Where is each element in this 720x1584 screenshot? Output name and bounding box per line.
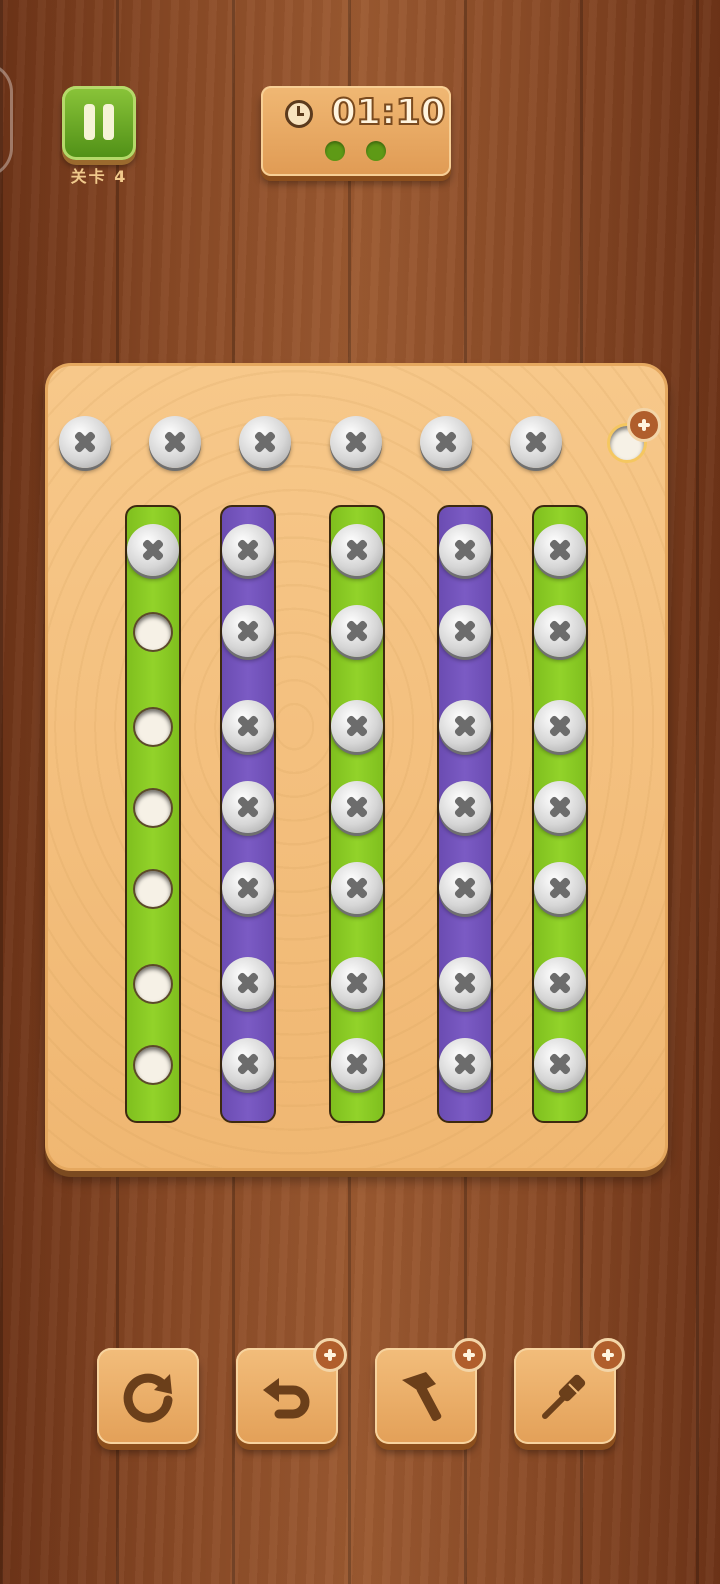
restart-icon <box>123 1373 173 1423</box>
strip-screw[interactable] <box>439 1038 491 1090</box>
strip-screw[interactable] <box>222 957 274 1009</box>
strip-screw[interactable] <box>439 524 491 576</box>
strip-screw[interactable] <box>534 781 586 833</box>
strip-screw[interactable] <box>534 862 586 914</box>
clock-icon <box>285 100 313 128</box>
strip-screw[interactable] <box>331 862 383 914</box>
strip-screw[interactable] <box>222 524 274 576</box>
restart-button[interactable] <box>97 1348 199 1444</box>
progress-dot <box>325 141 345 161</box>
strip-screw[interactable] <box>222 700 274 752</box>
strip-screw[interactable] <box>439 700 491 752</box>
strip-screw[interactable] <box>534 605 586 657</box>
top-screw[interactable] <box>330 416 382 468</box>
add-screwdriver-icon[interactable] <box>591 1338 625 1372</box>
top-screw[interactable] <box>510 416 562 468</box>
side-panel-tab[interactable] <box>0 62 13 178</box>
strip-screw[interactable] <box>331 524 383 576</box>
strip-screw[interactable] <box>534 957 586 1009</box>
strip-screw[interactable] <box>127 524 179 576</box>
strip-screw[interactable] <box>331 781 383 833</box>
strip-screw[interactable] <box>439 605 491 657</box>
empty-hole[interactable] <box>135 709 171 745</box>
strip-screw[interactable] <box>222 1038 274 1090</box>
empty-hole[interactable] <box>135 614 171 650</box>
strip-screw[interactable] <box>439 781 491 833</box>
empty-hole[interactable] <box>135 1047 171 1083</box>
empty-hole[interactable] <box>135 871 171 907</box>
add-slot-icon[interactable] <box>627 408 661 442</box>
strip-screw[interactable] <box>534 524 586 576</box>
timer-text: 01:10 <box>330 91 447 134</box>
empty-hole[interactable] <box>135 790 171 826</box>
pause-icon <box>84 104 95 140</box>
pause-button[interactable] <box>62 86 136 160</box>
strip-screw[interactable] <box>222 862 274 914</box>
level-label: 关卡 4 <box>70 167 128 186</box>
strip-screw[interactable] <box>222 781 274 833</box>
add-undo-icon[interactable] <box>313 1338 347 1372</box>
strip-screw[interactable] <box>222 605 274 657</box>
strip-screw[interactable] <box>331 700 383 752</box>
strip-screw[interactable] <box>534 1038 586 1090</box>
screwdriver-icon <box>542 1374 586 1419</box>
strip-screw[interactable] <box>331 1038 383 1090</box>
undo-icon <box>263 1378 310 1419</box>
strip-screw[interactable] <box>534 700 586 752</box>
strip-screw[interactable] <box>331 957 383 1009</box>
top-screw[interactable] <box>420 416 472 468</box>
top-screw[interactable] <box>59 416 111 468</box>
top-screw[interactable] <box>149 416 201 468</box>
strip-screw[interactable] <box>439 862 491 914</box>
strip-screw[interactable] <box>439 957 491 1009</box>
strip-screw[interactable] <box>331 605 383 657</box>
progress-dot <box>366 141 386 161</box>
add-hammer-icon[interactable] <box>452 1338 486 1372</box>
empty-hole[interactable] <box>135 966 171 1002</box>
timer-panel: 01:10 <box>261 86 451 176</box>
top-screw[interactable] <box>239 416 291 468</box>
hammer-icon <box>402 1372 442 1422</box>
